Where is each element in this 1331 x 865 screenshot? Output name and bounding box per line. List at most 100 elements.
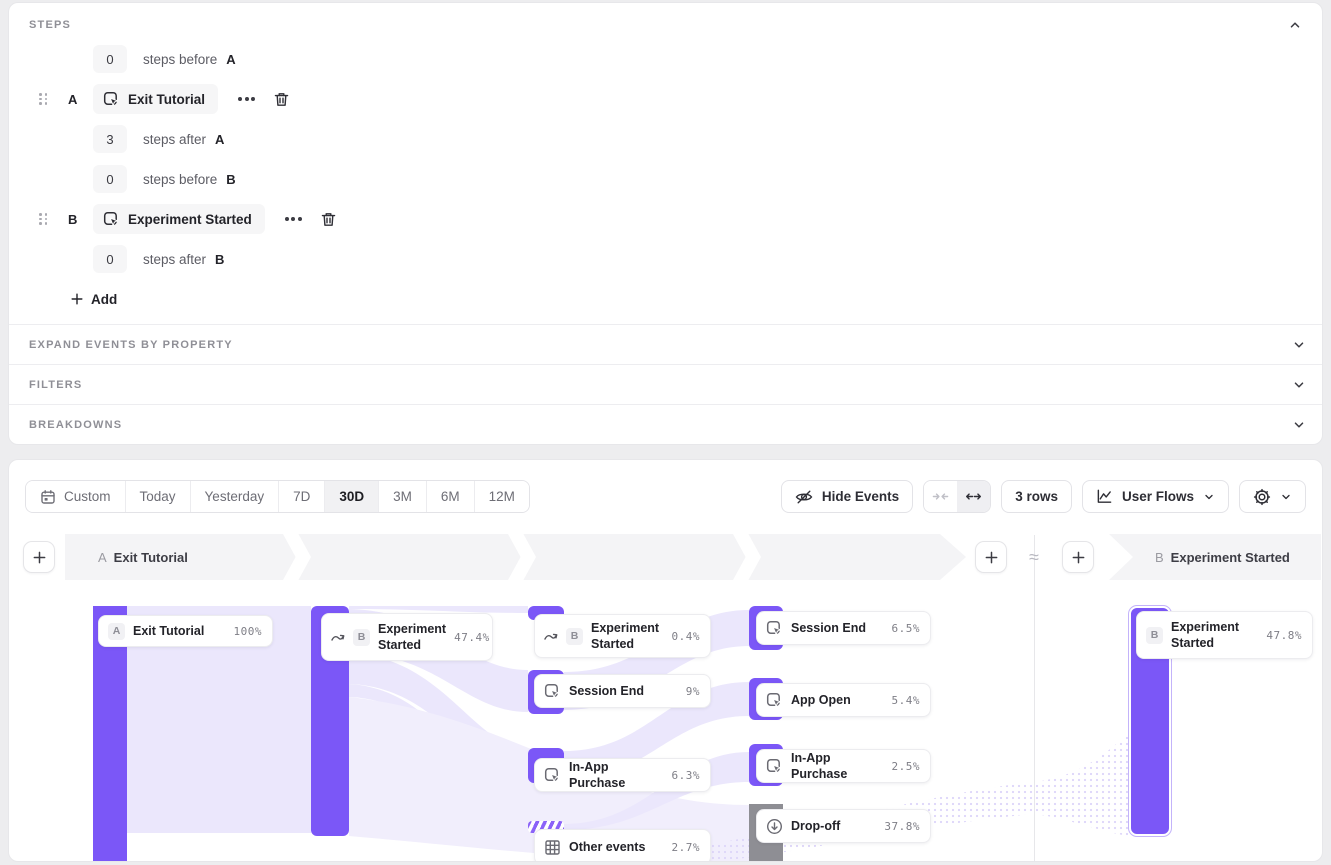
band-step-letter: A — [98, 550, 107, 565]
offset-row: 3 steps after A — [9, 119, 1322, 159]
section-filters[interactable]: FILTERS — [9, 364, 1322, 404]
trash-icon — [273, 91, 290, 108]
plus-icon — [70, 292, 84, 306]
settings-button[interactable] — [1239, 480, 1306, 513]
steps-title: STEPS — [29, 19, 71, 31]
offset-step-letter: B — [226, 172, 235, 187]
step-badge: A — [108, 623, 125, 640]
band-step-label: Experiment Started — [1171, 550, 1290, 565]
range-custom-button[interactable]: Custom — [26, 481, 125, 512]
offset-step-letter: A — [215, 132, 224, 147]
step-b-more-button[interactable] — [281, 213, 306, 225]
steps-before-b-input[interactable]: 0 — [93, 165, 127, 193]
node-card-experiment-started-478[interactable]: B Experiment Started 47.8% — [1136, 611, 1313, 659]
flow-column-header: A Exit Tutorial ≈ B Experiment Started — [9, 534, 1322, 580]
event-click-icon — [544, 767, 561, 784]
collapse-columns-button[interactable] — [924, 481, 957, 512]
step-a-event-button[interactable]: Exit Tutorial — [93, 84, 218, 114]
view-type-label: User Flows — [1122, 489, 1194, 504]
steps-collapse-button[interactable] — [1284, 14, 1306, 36]
step-badge: B — [1146, 627, 1163, 644]
hide-events-button[interactable]: Hide Events — [781, 480, 913, 513]
chevron-down-icon — [1203, 491, 1215, 503]
node-card-session-end-9[interactable]: Session End 9% — [534, 674, 711, 708]
event-click-icon — [103, 211, 120, 228]
section-label: FILTERS — [29, 379, 82, 391]
offset-row: 0 steps after B — [9, 239, 1322, 279]
step-b-event-button[interactable]: Experiment Started — [93, 204, 265, 234]
offset-row: 0 steps before B — [9, 159, 1322, 199]
steps-after-b-input[interactable]: 0 — [93, 245, 127, 273]
step-badge: B — [353, 629, 370, 646]
node-card-in-app-purchase-63[interactable]: In-App Purchase 6.3% — [534, 758, 711, 792]
node-card-other-events[interactable]: Other events 2.7% — [534, 829, 711, 862]
view-type-button[interactable]: User Flows — [1082, 480, 1229, 513]
plus-icon — [1071, 550, 1086, 565]
band-step-letter: B — [1155, 550, 1164, 565]
offset-step-letter: A — [226, 52, 235, 67]
chevron-up-icon — [1288, 18, 1302, 32]
range-label: Custom — [64, 489, 111, 504]
expand-columns-button[interactable] — [957, 481, 990, 512]
range-7d-button[interactable]: 7D — [278, 481, 324, 512]
step-b-delete-button[interactable] — [320, 211, 337, 228]
rows-count-button[interactable]: 3 rows — [1001, 480, 1072, 513]
indirect-arrow-icon — [331, 632, 345, 643]
plus-icon — [32, 550, 47, 565]
offset-row: 0 steps before A — [9, 39, 1322, 79]
arrows-inward-icon — [932, 488, 949, 505]
range-label: 30D — [339, 489, 364, 504]
steps-panel-header: STEPS — [9, 3, 1322, 39]
arrows-outward-icon — [965, 488, 982, 505]
hide-events-label: Hide Events — [822, 489, 899, 504]
node-card-app-open[interactable]: App Open 5.4% — [756, 683, 931, 717]
offset-label: steps before — [143, 52, 217, 67]
range-label: 3M — [393, 489, 412, 504]
range-6m-button[interactable]: 6M — [426, 481, 474, 512]
node-card-experiment-started-04[interactable]: B Experiment Started 0.4% — [534, 614, 711, 658]
chevron-down-icon — [1292, 418, 1306, 432]
section-label: BREAKDOWNS — [29, 419, 122, 431]
chevron-down-icon — [1292, 338, 1306, 352]
trash-icon — [320, 211, 337, 228]
node-card-session-end-65[interactable]: Session End 6.5% — [756, 611, 931, 645]
range-today-button[interactable]: Today — [125, 481, 190, 512]
node-card-drop-off[interactable]: Drop-off 37.8% — [756, 809, 931, 843]
range-label: Yesterday — [205, 489, 265, 504]
steps-before-a-input[interactable]: 0 — [93, 45, 127, 73]
step-a-more-button[interactable] — [234, 93, 259, 105]
step-a-row: A Exit Tutorial — [9, 79, 1322, 119]
add-column-before-b-button[interactable] — [1062, 541, 1094, 573]
node-card-in-app-purchase-25[interactable]: In-App Purchase 2.5% — [756, 749, 931, 783]
flows-chart-icon — [1096, 488, 1113, 505]
range-30d-button[interactable]: 30D — [324, 481, 378, 512]
range-12m-button[interactable]: 12M — [474, 481, 529, 512]
add-column-before-button[interactable] — [23, 541, 55, 573]
indirect-arrow-icon — [544, 631, 558, 642]
step-b-header-band[interactable]: B Experiment Started — [1109, 534, 1321, 580]
step-b-row: B Experiment Started — [9, 199, 1322, 239]
range-3m-button[interactable]: 3M — [378, 481, 426, 512]
event-click-icon — [766, 620, 783, 637]
section-label: EXPAND EVENTS BY PROPERTY — [29, 339, 233, 351]
node-card-exit-tutorial[interactable]: A Exit Tutorial 100% — [98, 615, 273, 647]
step-a-letter: A — [68, 92, 80, 107]
range-label: 6M — [441, 489, 460, 504]
offset-label: steps after — [143, 132, 206, 147]
event-click-icon — [544, 683, 561, 700]
collapse-expand-control — [923, 480, 991, 513]
section-breakdowns[interactable]: BREAKDOWNS — [9, 404, 1322, 444]
drag-handle-icon[interactable] — [37, 213, 49, 225]
step-a-delete-button[interactable] — [273, 91, 290, 108]
range-label: 7D — [293, 489, 310, 504]
node-card-experiment-started-47[interactable]: B Experiment Started 47.4% — [321, 613, 493, 661]
section-expand-events-by-property[interactable]: EXPAND EVENTS BY PROPERTY — [9, 324, 1322, 364]
range-label: 12M — [489, 489, 515, 504]
range-yesterday-button[interactable]: Yesterday — [190, 481, 279, 512]
drag-handle-icon[interactable] — [37, 93, 49, 105]
steps-after-a-input[interactable]: 3 — [93, 125, 127, 153]
chevron-down-icon — [1292, 378, 1306, 392]
add-column-after-a-button[interactable] — [975, 541, 1007, 573]
add-step-button[interactable]: Add — [70, 292, 117, 307]
event-click-icon — [766, 692, 783, 709]
